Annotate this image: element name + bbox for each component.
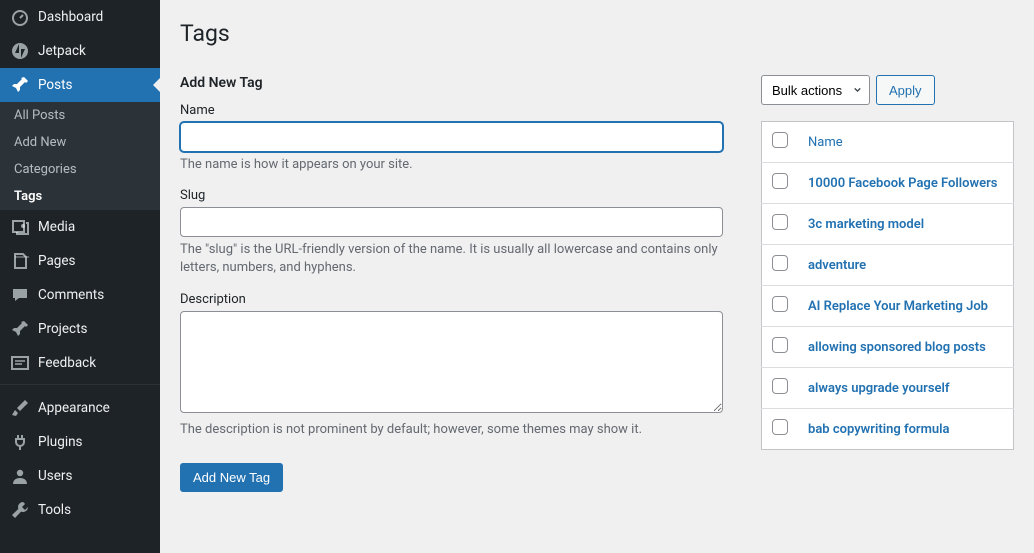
brush-icon: [10, 398, 30, 418]
jetpack-icon: [10, 41, 30, 61]
table-row: 10000 Facebook Page Followers: [762, 163, 1014, 204]
sidebar-item-feedback[interactable]: Feedback: [0, 346, 160, 380]
name-input[interactable]: [180, 122, 723, 152]
tag-link[interactable]: always upgrade yourself: [808, 381, 950, 396]
sidebar-item-users[interactable]: Users: [0, 459, 160, 493]
sidebar-item-label: Tools: [38, 502, 71, 518]
sidebar-item-label: Comments: [38, 287, 104, 303]
feedback-icon: [10, 353, 30, 373]
row-checkbox[interactable]: [772, 419, 788, 435]
pin-icon: [10, 75, 30, 95]
submenu-item-categories[interactable]: Categories: [0, 156, 160, 183]
sidebar-item-label: Users: [38, 468, 72, 484]
add-new-tag-button[interactable]: Add New Tag: [180, 463, 283, 492]
bulk-actions-select[interactable]: Bulk actions: [761, 75, 870, 105]
form-heading: Add New Tag: [180, 75, 723, 91]
submenu-item-all-posts[interactable]: All Posts: [0, 102, 160, 129]
sidebar-item-label: Pages: [38, 253, 76, 269]
add-tag-form: Add New Tag Name The name is how it appe…: [180, 75, 723, 492]
sidebar-item-label: Appearance: [38, 400, 110, 416]
dashboard-icon: [10, 7, 30, 27]
admin-sidebar: Dashboard Jetpack Posts All PostsAdd NewCat…: [0, 0, 160, 553]
table-row: allowing sponsored blog posts: [762, 327, 1014, 368]
table-row: bab copywriting formula: [762, 409, 1014, 450]
sidebar-item-label: Projects: [38, 321, 88, 337]
name-help: The name is how it appears on your site.: [180, 156, 723, 174]
sidebar-item-appearance[interactable]: Appearance: [0, 391, 160, 425]
pages-icon: [10, 251, 30, 271]
table-row: adventure: [762, 245, 1014, 286]
sidebar-item-pages[interactable]: Pages: [0, 244, 160, 278]
submenu-item-tags[interactable]: Tags: [0, 183, 160, 210]
sidebar-item-tools[interactable]: Tools: [0, 493, 160, 527]
tag-link[interactable]: bab copywriting formula: [808, 422, 950, 437]
sidebar-item-label: Jetpack: [38, 43, 86, 59]
description-textarea[interactable]: [180, 311, 723, 413]
sidebar-item-dashboard[interactable]: Dashboard: [0, 0, 160, 34]
tag-link[interactable]: 10000 Facebook Page Followers: [808, 176, 997, 191]
description-label: Description: [180, 292, 723, 307]
column-header-name[interactable]: Name: [808, 135, 843, 150]
description-help: The description is not prominent by defa…: [180, 421, 723, 439]
main-content: Tags Add New Tag Name The name is how it…: [160, 0, 1034, 553]
slug-help: The "slug" is the URL-friendly version o…: [180, 241, 723, 277]
tag-link[interactable]: 3c marketing model: [808, 217, 924, 232]
pin-icon: [10, 319, 30, 339]
submenu: All PostsAdd NewCategoriesTags: [0, 102, 160, 210]
page-title: Tags: [180, 20, 1014, 47]
tags-table: Name 10000 Facebook Page Followers 3c mar…: [761, 121, 1014, 450]
row-checkbox[interactable]: [772, 214, 788, 230]
sidebar-item-label: Feedback: [38, 355, 96, 371]
table-row: 3c marketing model: [762, 204, 1014, 245]
tag-link[interactable]: adventure: [808, 258, 866, 273]
table-row: AI Replace Your Marketing Job: [762, 286, 1014, 327]
sidebar-item-media[interactable]: Media: [0, 210, 160, 244]
tag-link[interactable]: AI Replace Your Marketing Job: [808, 299, 988, 314]
name-label: Name: [180, 103, 723, 118]
row-checkbox[interactable]: [772, 378, 788, 394]
row-checkbox[interactable]: [772, 255, 788, 271]
sidebar-item-label: Plugins: [38, 434, 83, 450]
sidebar-item-plugins[interactable]: Plugins: [0, 425, 160, 459]
sidebar-item-posts[interactable]: Posts: [0, 68, 160, 102]
sidebar-item-label: Posts: [38, 77, 72, 93]
table-row: always upgrade yourself: [762, 368, 1014, 409]
wrench-icon: [10, 500, 30, 520]
user-icon: [10, 466, 30, 486]
apply-button[interactable]: Apply: [876, 75, 935, 105]
tags-list-panel: Bulk actions Apply Name: [761, 75, 1014, 492]
tag-link[interactable]: allowing sponsored blog posts: [808, 340, 986, 355]
sidebar-item-projects[interactable]: Projects: [0, 312, 160, 346]
row-checkbox[interactable]: [772, 337, 788, 353]
slug-input[interactable]: [180, 207, 723, 237]
media-icon: [10, 217, 30, 237]
comments-icon: [10, 285, 30, 305]
slug-label: Slug: [180, 188, 723, 203]
row-checkbox[interactable]: [772, 173, 788, 189]
submenu-item-add-new[interactable]: Add New: [0, 129, 160, 156]
plug-icon: [10, 432, 30, 452]
sidebar-item-label: Media: [38, 219, 75, 235]
row-checkbox[interactable]: [772, 296, 788, 312]
sidebar-item-jetpack[interactable]: Jetpack: [0, 34, 160, 68]
sidebar-separator: [0, 380, 160, 385]
sidebar-item-label: Dashboard: [38, 9, 103, 25]
sidebar-item-comments[interactable]: Comments: [0, 278, 160, 312]
select-all-checkbox[interactable]: [772, 132, 788, 148]
